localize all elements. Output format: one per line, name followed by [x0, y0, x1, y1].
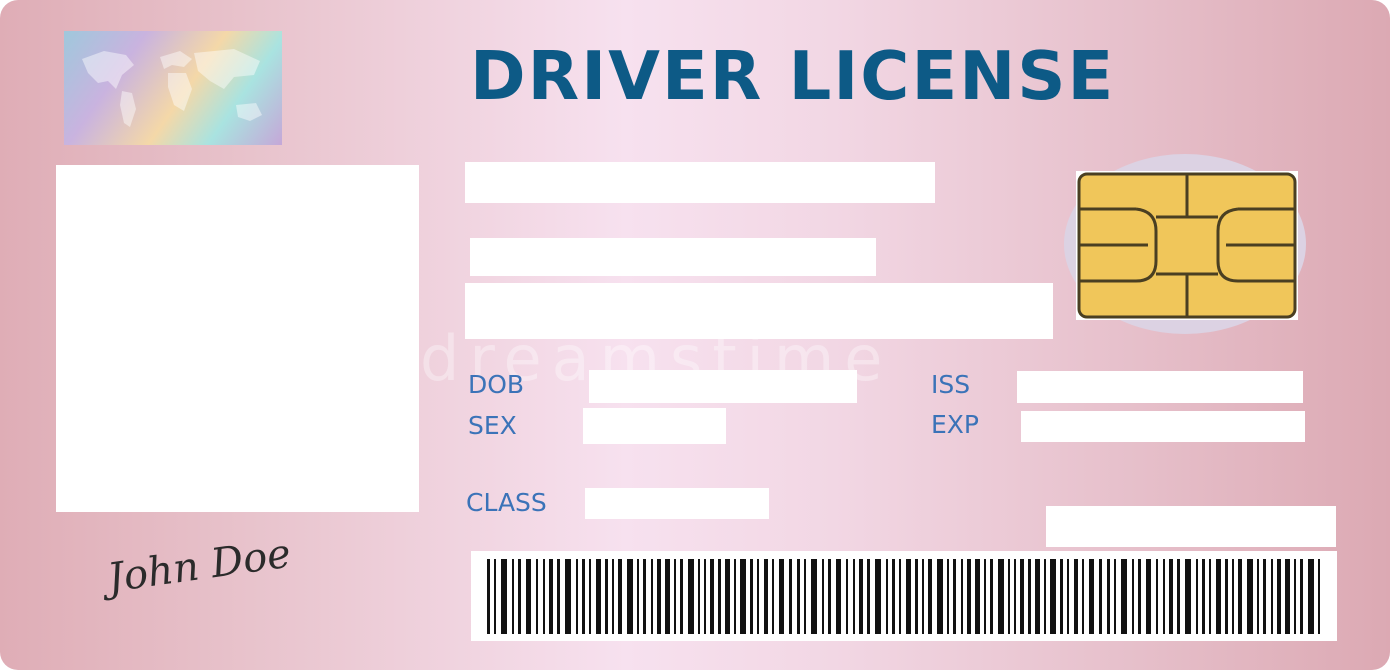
- chip-icon: [1076, 171, 1298, 320]
- license-number-field: [1046, 506, 1336, 547]
- iss-label: ISS: [931, 370, 971, 399]
- exp-value: [1021, 411, 1305, 442]
- signature: John Doe: [104, 530, 294, 602]
- card-title: DRIVER LICENSE: [470, 37, 1116, 115]
- barcode: [471, 551, 1337, 641]
- barcode-icon: [487, 559, 1320, 634]
- sex-label: SEX: [468, 411, 517, 440]
- name-field: [465, 162, 935, 203]
- address-line-1: [470, 238, 876, 276]
- exp-label: EXP: [931, 410, 979, 439]
- class-value: [585, 488, 769, 519]
- world-map-icon: [82, 49, 262, 127]
- dob-label: DOB: [468, 370, 525, 399]
- driver-license-card: DRIVER LICENSE dreamstime DOB SEX CLASS …: [0, 0, 1390, 670]
- class-label: CLASS: [466, 488, 547, 517]
- sex-value: [583, 408, 726, 444]
- hologram-world-map-image: [64, 31, 282, 145]
- iss-value: [1017, 371, 1303, 403]
- dob-value: [589, 370, 857, 403]
- photo-placeholder: [56, 165, 419, 512]
